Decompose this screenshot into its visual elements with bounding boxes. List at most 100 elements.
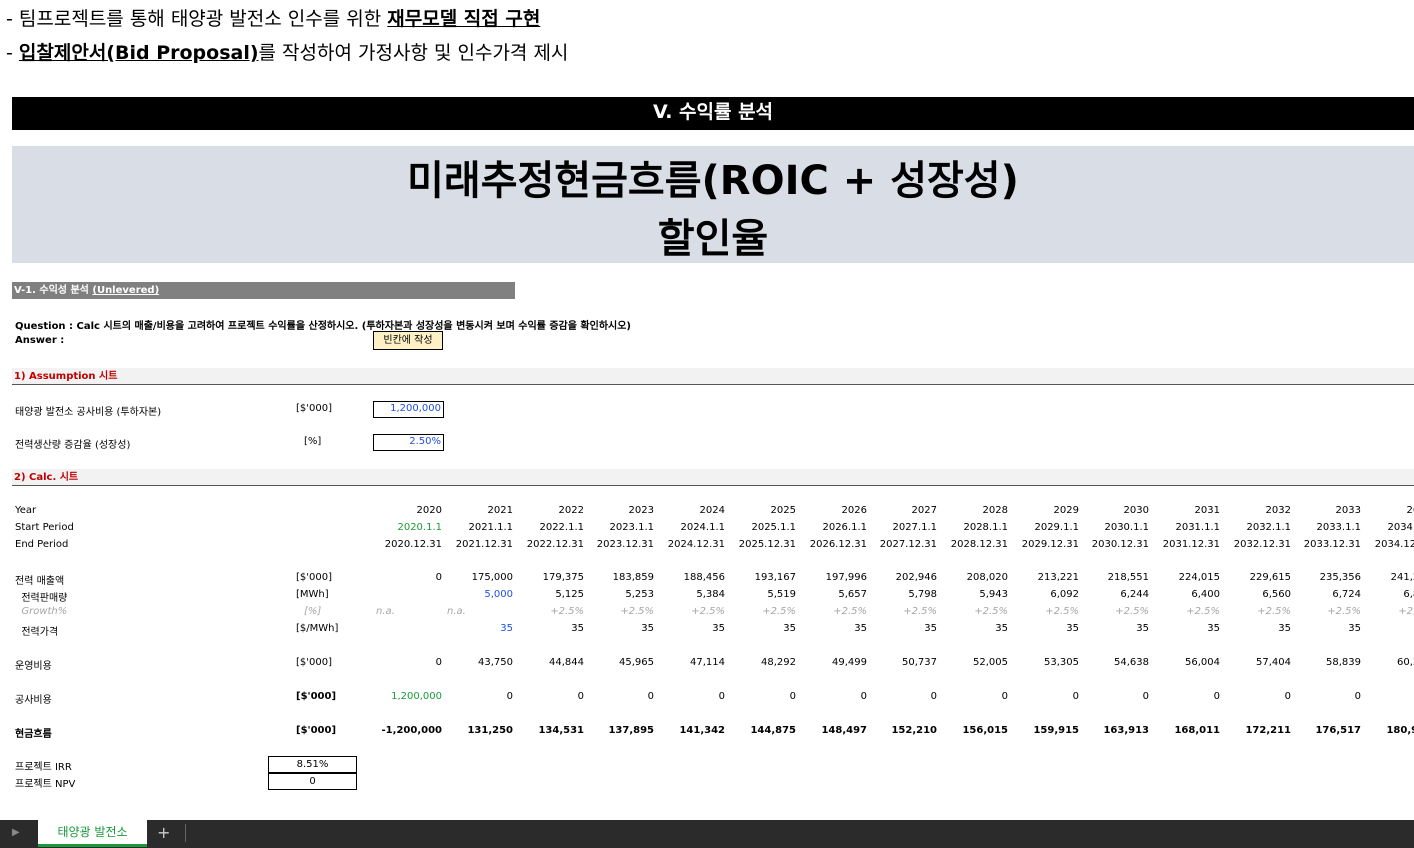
calc-cell: 53,305 [1044,657,1079,668]
calc-row-label: 전력가격 [15,627,59,638]
calc-cell: 175,000 [471,572,513,583]
calc-cell: 5,798 [908,589,937,600]
growth-rate-input[interactable]: 2.50% [373,434,444,451]
calc-cell: 54,638 [1114,657,1149,668]
calc-row-unit: [$'000] [296,691,337,702]
npv-label: 프로젝트 NPV [15,779,76,790]
calc-cell: 235,356 [1319,572,1361,583]
calc-row-label: 운영비용 [15,661,52,672]
calc-cell: 1,200,000 [391,691,442,702]
calc-cell: +2.5% [550,606,584,617]
calc-cell: 0 [435,572,442,583]
calc-cell: 0 [1142,691,1149,702]
calc-cell: 35 [1348,623,1361,634]
calc-cell: 35 [641,623,654,634]
calc-row-label: 전력 매출액 [15,576,65,587]
title-line-2: 할인율 [657,216,769,262]
calc-cell: 183,859 [612,572,654,583]
calc-cell: 241,240 [1390,572,1414,583]
construction-cost-input[interactable]: 1,200,000 [373,401,444,418]
calc-cell: 2022.1.1 [539,522,584,533]
calc-cell: 35 [500,623,513,634]
calc-cell: 0 [930,691,937,702]
calc-row-unit: [MWh] [296,589,329,600]
calc-cell: 218,551 [1107,572,1149,583]
intro-line-2-suffix: 를 작성하여 가정사항 및 인수가격 제시 [258,42,569,64]
calc-cell: 229,615 [1249,572,1291,583]
calc-cell: 2023.12.31 [596,539,654,550]
add-sheet-icon[interactable]: + [157,823,170,842]
calc-cell: 2034 [1406,505,1414,516]
calc-header: 2) Calc. 시트 [12,469,1414,486]
calc-cell: 43,750 [478,657,513,668]
calc-cell: 2034.1.1 [1387,522,1414,533]
calc-cell: 44,844 [549,657,584,668]
calc-cell: 50,737 [902,657,937,668]
section-header: V. 수익률 분석 [12,97,1414,130]
construction-cost-label: 태양광 발전소 공사비용 (투하자본) [15,407,162,418]
intro-line-2: - 입찰제안서(Bid Proposal)를 작성하여 가정사항 및 인수가격 … [6,38,568,65]
title-line-1: 미래추정현금흐름(ROIC + 성장성) [407,158,1019,204]
calc-cell: 52,005 [973,657,1008,668]
calc-row-label: Growth% [15,606,68,617]
calc-cell: 163,913 [1103,725,1149,736]
calc-cell: 2034.12.31 [1374,539,1414,550]
calc-cell: 35 [571,623,584,634]
calc-cell: 2026.12.31 [809,539,867,550]
calc-cell: 2033.12.31 [1303,539,1361,550]
calc-cell: 0 [435,657,442,668]
calc-cell: +2.5% [903,606,937,617]
calc-cell: +2.5% [1045,606,1079,617]
calc-cell: 6,892 [1403,589,1414,600]
calc-cell: 0 [860,691,867,702]
calc-cell: n.a. [447,606,466,617]
calc-cell: 2028.12.31 [950,539,1008,550]
calc-cell: 6,244 [1120,589,1149,600]
calc-cell: 5,253 [625,589,654,600]
calc-cell: 179,375 [542,572,584,583]
title-banner: 미래추정현금흐름(ROIC + 성장성) 할인율 [12,146,1414,263]
calc-cell: 2032 [1265,505,1291,516]
calc-cell: 2030.1.1 [1104,522,1149,533]
calc-cell: +2.5% [1398,606,1414,617]
calc-cell: 180,930 [1386,725,1414,736]
calc-row-label: 공사비용 [15,695,52,706]
calc-cell: 2027.1.1 [892,522,937,533]
fill-blank-button[interactable]: 빈칸에 작성 [373,331,443,350]
calc-cell: 168,011 [1174,725,1220,736]
calc-cell: 2033 [1335,505,1361,516]
growth-rate-label: 전력생산량 증감율 (성장성) [15,440,131,451]
calc-cell: +2.5% [1257,606,1291,617]
calc-cell: 35 [1207,623,1220,634]
calc-cell: 2024.1.1 [680,522,725,533]
calc-cell: 2020.1.1 [397,522,442,533]
calc-cell: -1,200,000 [381,725,442,736]
calc-cell: 0 [1284,691,1291,702]
calc-cell: 148,497 [821,725,867,736]
calc-cell: 35 [1278,623,1291,634]
calc-cell: 60,310 [1397,657,1414,668]
intro-line-2-emphasis: 입찰제안서(Bid Proposal) [18,42,259,64]
calc-cell: 2026 [841,505,867,516]
calc-row-label: 전력판매량 [15,593,68,604]
calc-cell: 208,020 [966,572,1008,583]
calc-cell: 2030.12.31 [1091,539,1149,550]
sheet-tab-solar-plant[interactable]: 태양광 발전소 [38,820,147,847]
calc-cell: 2031.12.31 [1162,539,1220,550]
calc-cell: 137,895 [608,725,654,736]
calc-cell: +2.5% [974,606,1008,617]
calc-cell: 2021.1.1 [468,522,513,533]
calc-cell: 2023 [628,505,654,516]
calc-cell: 5,125 [555,589,584,600]
calc-cell: +2.5% [620,606,654,617]
calc-cell: +2.5% [1327,606,1361,617]
calc-cell: 35 [924,623,937,634]
play-arrow-icon[interactable]: ▶ [12,827,20,838]
irr-value[interactable]: 8.51% [268,756,357,773]
npv-value[interactable]: 0 [268,773,357,790]
calc-cell: 35 [712,623,725,634]
calc-cell: 188,456 [683,572,725,583]
calc-cell: 0 [647,691,654,702]
calc-cell: 2029 [1053,505,1079,516]
calc-cell: 0 [1354,691,1361,702]
